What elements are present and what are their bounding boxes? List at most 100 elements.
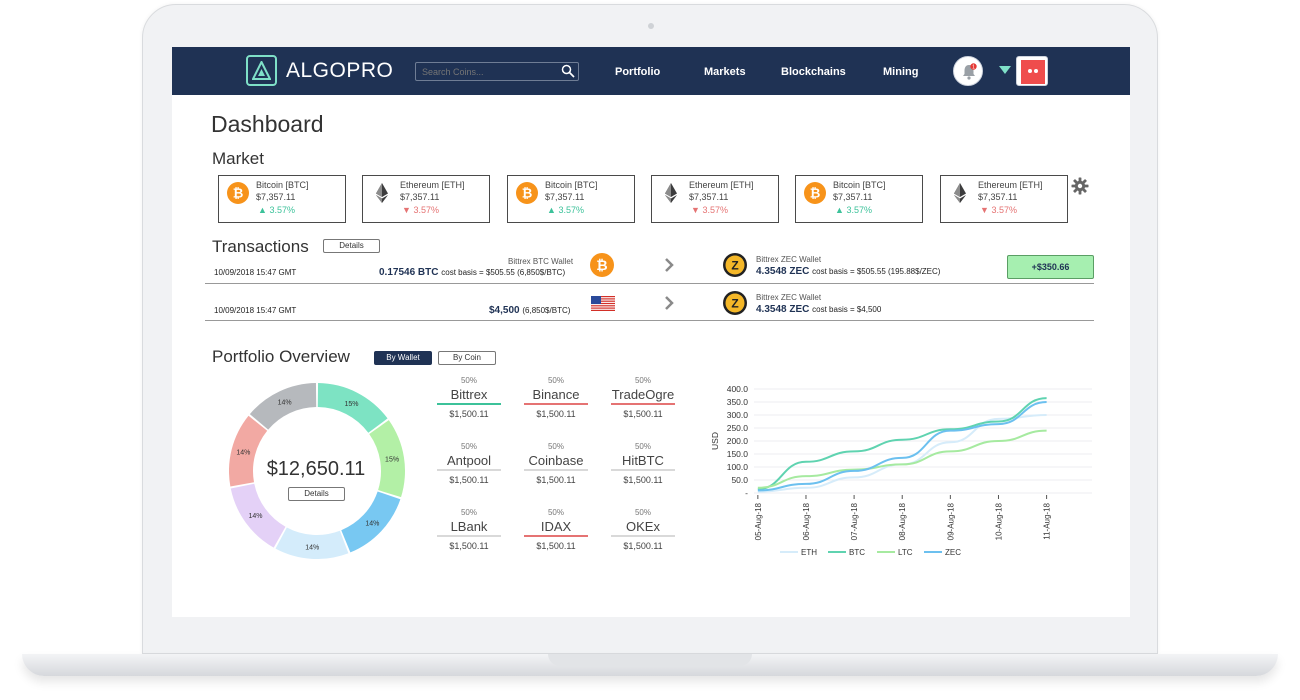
notification-count: 1: [972, 64, 975, 70]
arrow-up-icon: ▲: [547, 205, 556, 215]
market-card[interactable]: Ethereum [ETH] $7,357.11 ▼ 3.57%: [940, 175, 1068, 223]
nav-mining[interactable]: Mining: [883, 66, 918, 78]
gear-icon[interactable]: [1071, 177, 1089, 195]
exchange-item[interactable]: 50% Coinbase $1,500.11: [524, 442, 588, 485]
nav-blockchains[interactable]: Blockchains: [781, 66, 846, 78]
coin-price: $7,357.11: [689, 192, 729, 202]
from-amount-value: $4,500: [489, 305, 520, 316]
exchange-item[interactable]: 50% IDAX $1,500.11: [524, 508, 588, 551]
arrow-down-icon: ▼: [980, 205, 989, 215]
transaction-row[interactable]: 10/09/2018 15:47 GMT $4,500 (6,850$/BTC)…: [205, 283, 1094, 321]
x-tick-label: 05-Aug-18: [754, 502, 763, 540]
exchange-item[interactable]: 50% HitBTC $1,500.11: [611, 442, 675, 485]
exchange-percent: 50%: [547, 376, 564, 385]
transaction-date: 10/09/2018 15:47 GMT: [214, 268, 297, 277]
transaction-row[interactable]: 10/09/2018 15:47 GMT Bittrex BTC Wallet …: [205, 246, 1094, 284]
legend-label: BTC: [849, 548, 865, 557]
zcash-icon: Z: [723, 253, 747, 277]
y-tick-label: 50.0: [731, 475, 748, 485]
from-cost-basis: cost basis = $505.55 (6,850$/BTC): [441, 268, 566, 277]
exchange-item[interactable]: 50% Antpool $1,500.11: [437, 442, 501, 485]
gain-badge[interactable]: +$350.66: [1007, 255, 1094, 279]
nav-markets[interactable]: Markets: [704, 66, 746, 78]
portfolio-details-button[interactable]: Details: [288, 487, 345, 501]
y-tick-label: 350.0: [727, 397, 749, 407]
from-amount: $4,500 (6,850$/BTC): [489, 305, 570, 316]
portfolio-total: $12,650.11: [266, 458, 366, 480]
algopro-logo-icon[interactable]: [246, 55, 277, 86]
market-card[interactable]: Ethereum [ETH] $7,357.11 ▼ 3.57%: [651, 175, 779, 223]
coin-change: ▲ 3.57%: [258, 205, 295, 215]
chevron-right-icon: [665, 296, 674, 310]
dropdown-caret-icon[interactable]: [999, 66, 1011, 74]
change-value: 3.57%: [991, 205, 1017, 215]
market-card[interactable]: ₿ Bitcoin [BTC] $7,357.11 ▲ 3.57%: [218, 175, 346, 223]
exchange-percent: 50%: [460, 376, 477, 385]
coin-change: ▲ 3.57%: [547, 205, 584, 215]
exchange-name: Bittrex: [437, 387, 501, 405]
notifications-button[interactable]: 1: [953, 56, 983, 86]
to-wallet-label: Bittrex ZEC Wallet: [756, 255, 822, 264]
x-tick-label: 06-Aug-18: [802, 502, 811, 540]
to-amount: 4.3548 ZEC cost basis = $505.55 (195.88$…: [756, 266, 940, 277]
exchange-value: $1,500.11: [536, 409, 576, 419]
user-avatar[interactable]: [1016, 56, 1048, 86]
svg-text:₿: ₿: [522, 186, 533, 201]
market-card[interactable]: ₿ Bitcoin [BTC] $7,357.11 ▲ 3.57%: [507, 175, 635, 223]
coin-name: Ethereum [ETH]: [689, 180, 754, 190]
donut-segment[interactable]: [275, 527, 349, 559]
exchange-item[interactable]: 50% LBank $1,500.11: [437, 508, 501, 551]
to-amount-value: 4.3548 ZEC: [756, 266, 810, 277]
market-card[interactable]: ₿ Bitcoin [BTC] $7,357.11 ▲ 3.57%: [795, 175, 923, 223]
bitcoin-icon: ₿: [804, 182, 826, 204]
market-card[interactable]: Ethereum [ETH] $7,357.11 ▼ 3.57%: [362, 175, 490, 223]
coin-name: Bitcoin [BTC]: [545, 180, 598, 190]
exchange-value: $1,500.11: [449, 409, 489, 419]
legend-label: LTC: [898, 548, 913, 557]
donut-segment-label: 15%: [385, 457, 399, 464]
exchange-name: OKEx: [611, 519, 675, 537]
app-name[interactable]: ALGOPRO: [286, 59, 393, 83]
exchange-item[interactable]: 50% Bittrex $1,500.11: [437, 376, 501, 419]
to-wallet-label: Bittrex ZEC Wallet: [756, 293, 822, 302]
y-tick-label: 400.0: [727, 384, 749, 394]
exchange-item[interactable]: 50% Binance $1,500.11: [524, 376, 588, 419]
to-cost-basis: cost basis = $4,500: [812, 305, 882, 314]
ethereum-icon: [954, 183, 966, 203]
laptop-notch: [548, 654, 752, 666]
search-icon[interactable]: [561, 64, 575, 78]
y-tick-label: 150.0: [727, 449, 749, 459]
donut-segment-label: 15%: [344, 401, 358, 408]
exchange-item[interactable]: 50% TradeOgre $1,500.11: [611, 376, 675, 419]
donut-segment[interactable]: [317, 383, 388, 433]
search-input[interactable]: [415, 62, 579, 81]
legend-label: ZEC: [945, 548, 961, 557]
coin-change: ▼ 3.57%: [691, 205, 728, 215]
arrow-down-icon: ▼: [691, 205, 700, 215]
coin-price: $7,357.11: [833, 192, 873, 202]
app-screen: ALGOPRO Portfolio Markets Blockchains Mi…: [172, 47, 1130, 617]
change-value: 3.57%: [558, 205, 584, 215]
ethereum-icon: [376, 183, 388, 203]
arrow-up-icon: ▲: [835, 205, 844, 215]
exchange-name: Binance: [524, 387, 588, 405]
from-rate: (6,850$/BTC): [522, 306, 571, 315]
arrow-down-icon: ▼: [402, 205, 411, 215]
y-tick-label: 300.0: [727, 410, 749, 420]
svg-text:₿: ₿: [810, 186, 821, 201]
to-amount-value: 4.3548 ZEC: [756, 304, 810, 315]
x-tick-label: 10-Aug-18: [994, 502, 1003, 540]
svg-text:Z: Z: [731, 297, 738, 311]
y-tick-label: 100.0: [727, 462, 749, 472]
tab-by-coin[interactable]: By Coin: [438, 351, 496, 365]
page-title: Dashboard: [211, 111, 324, 137]
to-cost-basis: cost basis = $505.55 (195.88$/ZEC): [812, 267, 941, 276]
nav-portfolio[interactable]: Portfolio: [615, 66, 660, 78]
exchange-value: $1,500.11: [623, 541, 663, 551]
coin-name: Bitcoin [BTC]: [256, 180, 309, 190]
exchange-item[interactable]: 50% OKEx $1,500.11: [611, 508, 675, 551]
chevron-right-icon: [665, 258, 674, 272]
x-tick-label: 08-Aug-18: [898, 502, 907, 540]
tab-by-wallet[interactable]: By Wallet: [374, 351, 432, 365]
from-amount: 0.17546 BTC cost basis = $505.55 (6,850$…: [379, 267, 565, 278]
